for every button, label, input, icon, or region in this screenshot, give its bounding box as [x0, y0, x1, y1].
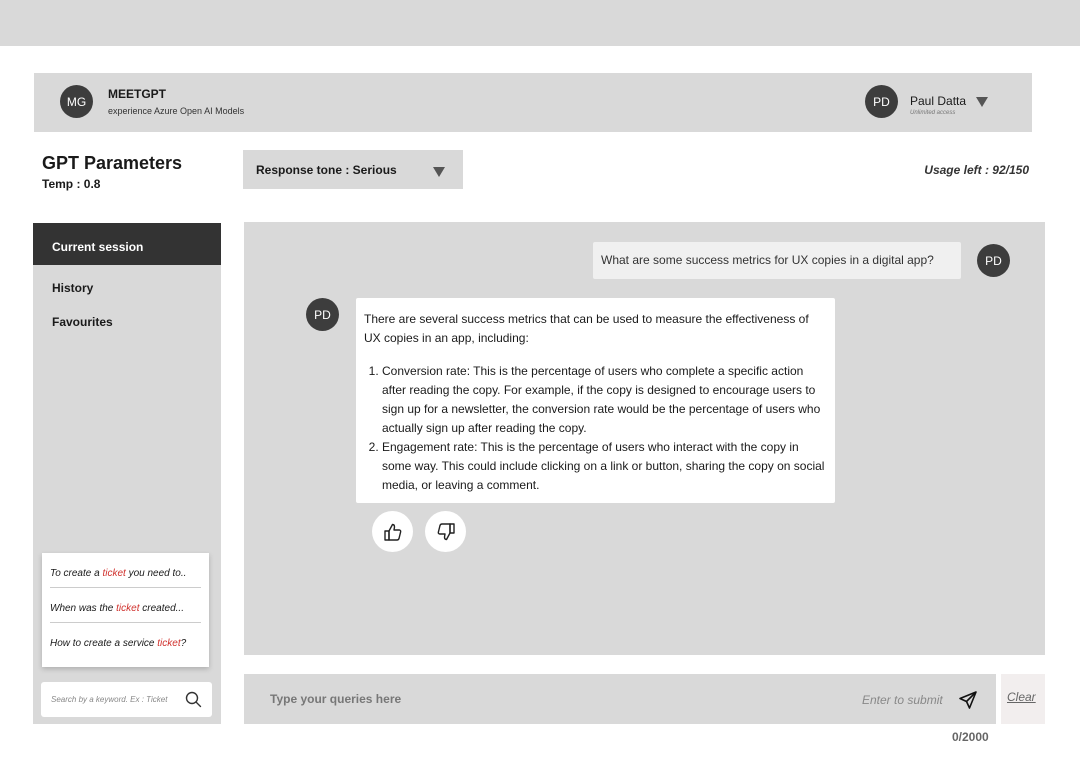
thumbs-up-icon [383, 523, 401, 541]
sidebar-item-favourites[interactable]: Favourites [33, 298, 221, 340]
app-subtitle: experience Azure Open AI Models [108, 106, 245, 116]
response-avatar: PD [306, 298, 339, 331]
query-composer: Enter to submit [244, 674, 996, 724]
user-message-avatar: PD [977, 244, 1010, 277]
assistant-message: There are several success metrics that c… [356, 298, 835, 503]
query-input[interactable] [270, 690, 830, 708]
user-name[interactable]: Paul Datta [910, 94, 966, 108]
usage-counter: Usage left : 92/150 [924, 163, 1029, 177]
suggestion-item[interactable]: When was the ticket created... [50, 588, 201, 623]
answer-intro: There are several success metrics that c… [364, 312, 809, 345]
chat-area: What are some success metrics for UX cop… [244, 222, 1045, 655]
user-plan: Unlimited access [910, 110, 956, 116]
thumbs-down-icon [437, 522, 455, 540]
answer-point: Conversion rate: This is the percentage … [382, 362, 827, 438]
top-bar [0, 0, 1080, 46]
user-message: What are some success metrics for UX cop… [593, 242, 961, 279]
temperature-value: Temp : 0.8 [42, 177, 101, 191]
app-logo-avatar: MG [60, 85, 93, 118]
dislike-button[interactable] [425, 511, 466, 552]
user-avatar[interactable]: PD [865, 85, 898, 118]
clear-button[interactable]: Clear [1001, 674, 1045, 724]
sidebar: Current session History Favourites To cr… [33, 223, 221, 724]
chevron-down-icon [433, 167, 445, 177]
suggestions-card: To create a ticket you need to.. When wa… [42, 553, 209, 667]
sidebar-item-current-session[interactable]: Current session [33, 223, 221, 265]
sidebar-item-label: Favourites [52, 315, 113, 329]
response-tone-label: Response tone : Serious [256, 163, 397, 177]
chevron-down-icon[interactable] [976, 97, 988, 107]
suggestion-item[interactable]: How to create a service ticket? [50, 623, 201, 658]
search-input[interactable] [51, 691, 181, 708]
sidebar-item-label: Current session [52, 240, 144, 254]
submit-hint: Enter to submit [862, 693, 943, 707]
like-button[interactable] [372, 511, 413, 552]
search-icon[interactable] [185, 691, 202, 708]
sidebar-item-label: History [52, 281, 94, 295]
suggestion-item[interactable]: To create a ticket you need to.. [50, 553, 201, 588]
response-tone-dropdown[interactable]: Response tone : Serious [243, 150, 463, 189]
app-name: MEETGPT [108, 87, 167, 101]
page-title: GPT Parameters [42, 153, 183, 173]
keyword-search [41, 682, 212, 717]
send-icon[interactable] [958, 690, 978, 710]
character-counter: 0/2000 [952, 730, 989, 744]
answer-list: Conversion rate: This is the percentage … [382, 362, 827, 495]
app-header: MG MEETGPT experience Azure Open AI Mode… [34, 73, 1032, 132]
answer-point: Engagement rate: This is the percentage … [382, 438, 827, 495]
